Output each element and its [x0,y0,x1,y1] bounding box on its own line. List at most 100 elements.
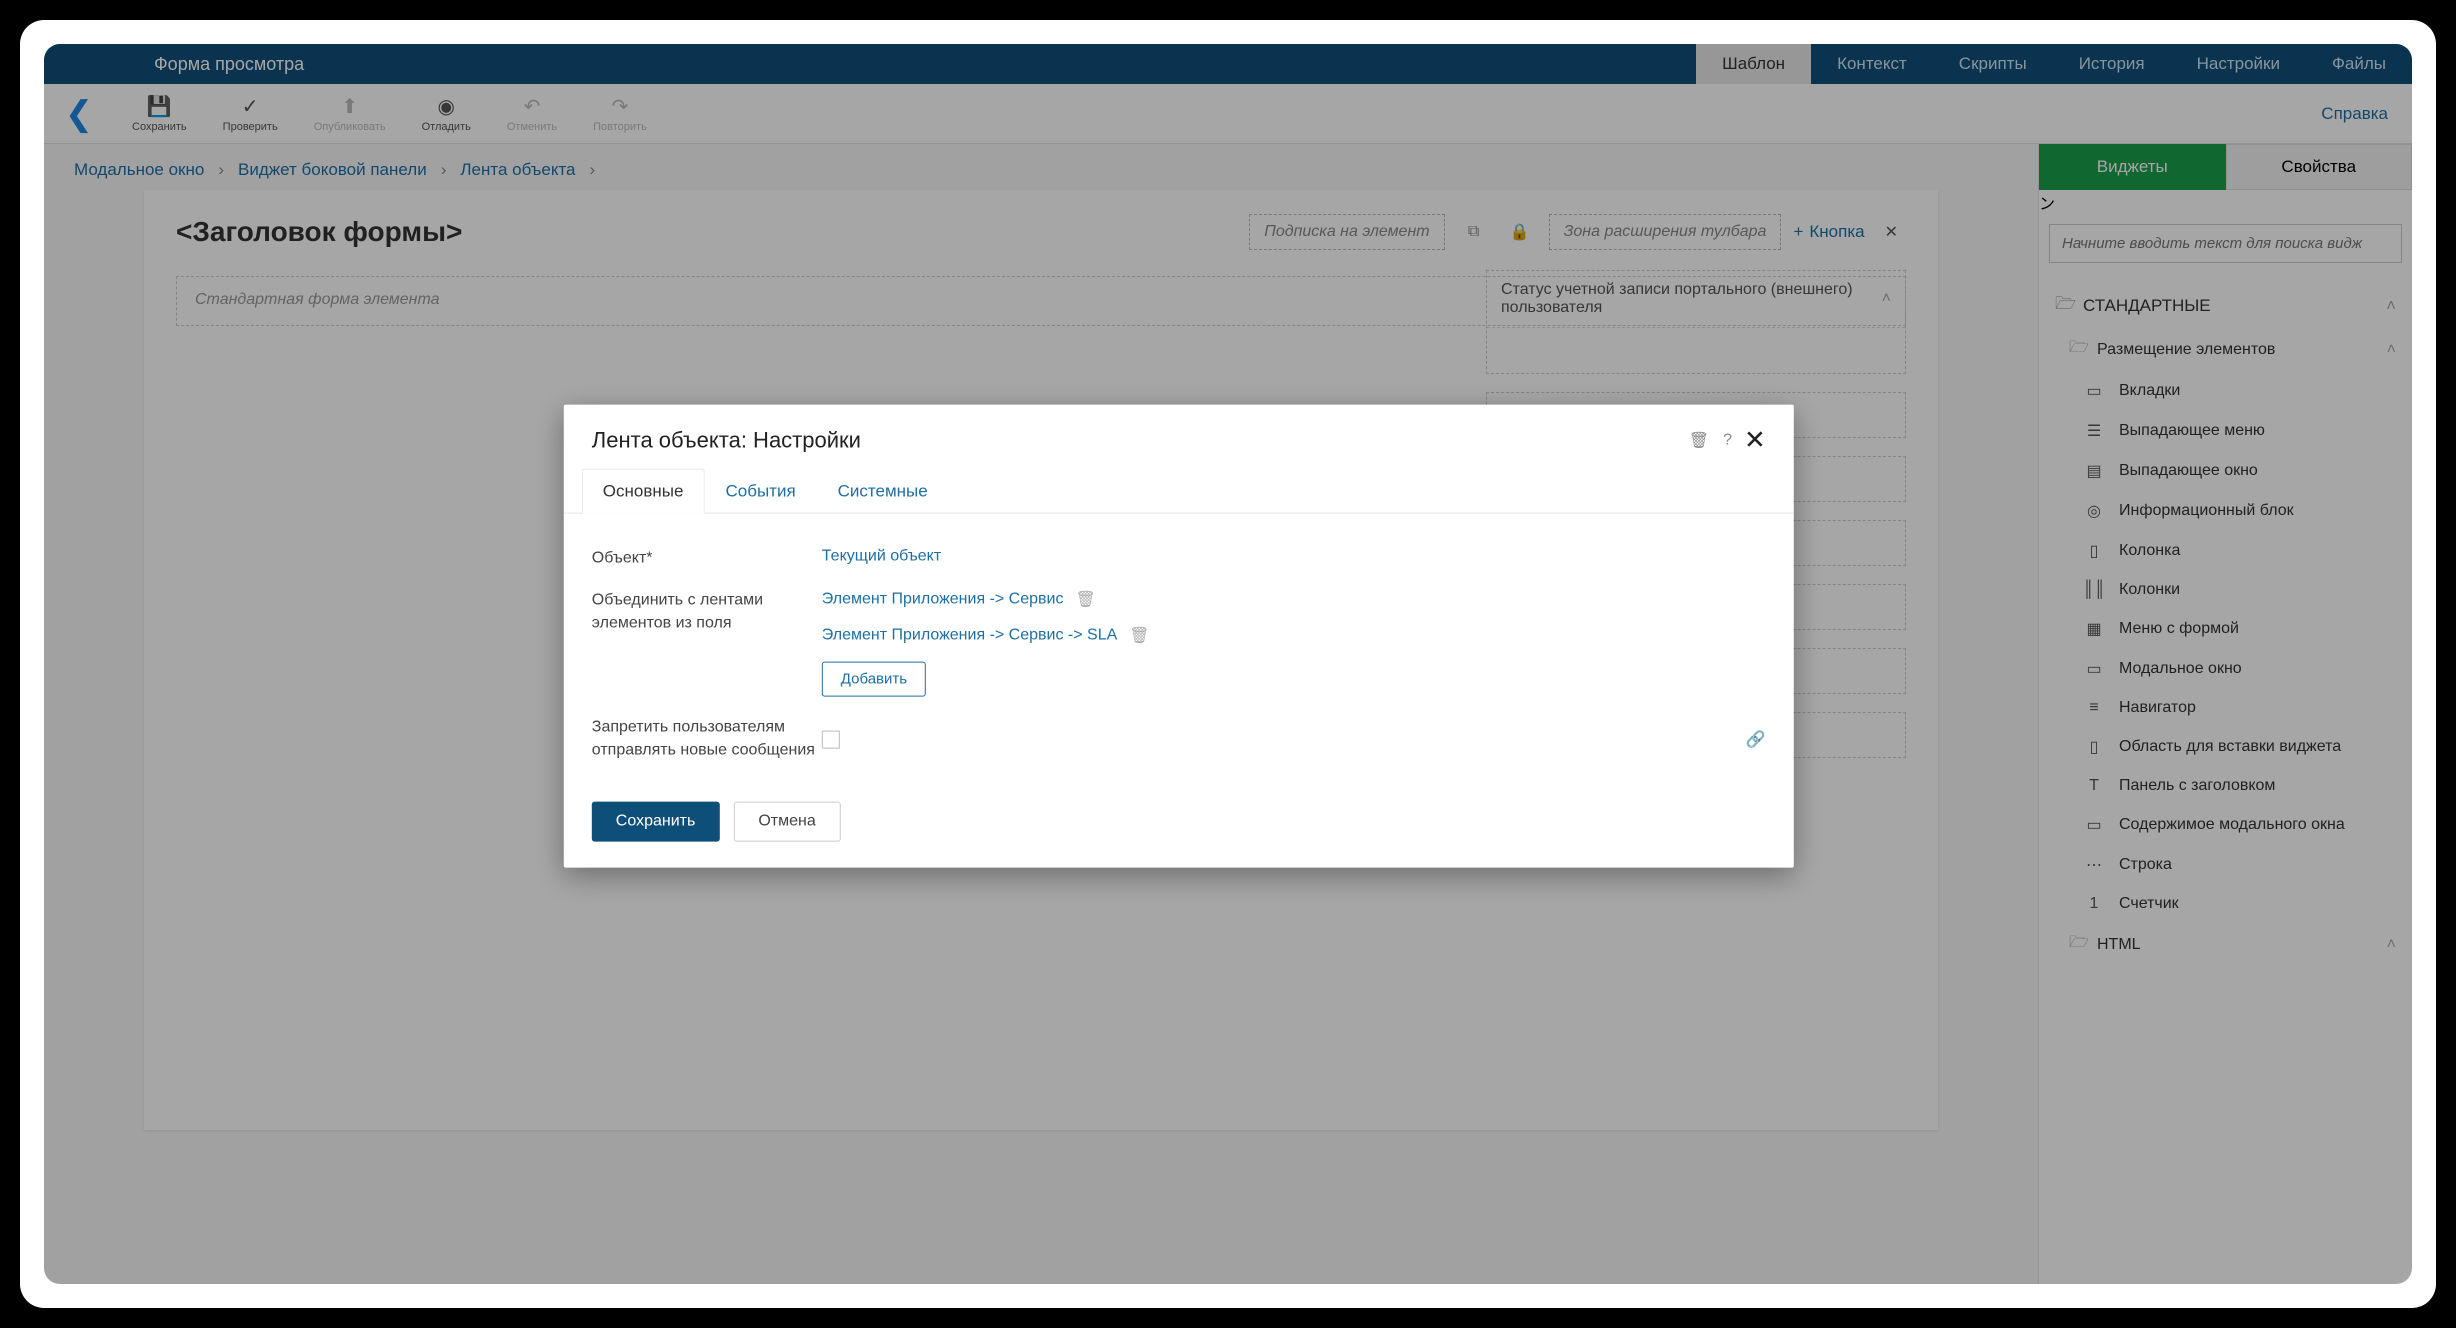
tab-settings[interactable]: Настройки [2171,44,2306,84]
folder-open-icon: 🗁 [2069,336,2087,363]
modal-title: Лента объекта: Настройки [592,427,861,453]
widget-tabs[interactable]: ▭Вкладки [2055,371,2396,411]
folder-open-icon: 🗁 [2069,931,2087,958]
plus-icon: + [1793,222,1803,242]
debug-button[interactable]: ◉ Отладить [404,95,489,133]
breadcrumb-modal[interactable]: Модальное окно [74,160,204,180]
widget-column[interactable]: ▯Колонка [2055,531,2396,571]
trash-icon[interactable]: 🗑 [1129,626,1149,646]
tab-history[interactable]: История [2053,44,2171,84]
widget-titled-panel[interactable]: TПанель с заголовком [2055,767,2396,805]
chevron-up-icon: ˄ [2386,296,2396,316]
widget-insert-area[interactable]: ▯Область для вставки виджета [2055,727,2396,767]
subscribe-zone[interactable]: Подписка на элемент [1249,214,1444,250]
target-icon: ◉ [438,95,455,119]
group-html[interactable]: 🗁 HTML ˄ [2055,923,2396,966]
modal-tab-main[interactable]: Основные [582,469,705,514]
tab-context[interactable]: Контекст [1811,44,1933,84]
widget-row[interactable]: ⋯Строка [2055,845,2396,885]
widget-search-input[interactable] [2049,224,2402,263]
modal-cancel-button[interactable]: Отмена [733,802,840,842]
modal-tab-system[interactable]: Системные [817,469,949,514]
close-icon[interactable]: ✕ [1744,425,1766,456]
tab-template[interactable]: Шаблон [1696,44,1811,84]
formmenu-icon: ▦ [2083,619,2105,639]
check-button[interactable]: ✓ Проверить [205,95,296,133]
widget-modal[interactable]: ▭Модальное окно [2055,649,2396,689]
widget-dropdown-window[interactable]: ▤Выпадающее окно [2055,451,2396,491]
dropdown-icon: ▤ [2083,461,2105,481]
column-icon: ▯ [2083,541,2105,561]
chevron-up-icon: ˄ [2387,936,2396,954]
help-link[interactable]: Справка [2321,104,2412,124]
window-title: Форма просмотра [44,54,304,75]
close-icon[interactable]: ✕ [1877,222,1906,242]
breadcrumb: Модальное окно › Виджет боковой панели ›… [44,144,2038,190]
add-button-button[interactable]: + Кнопка [1793,222,1864,242]
breadcrumb-feed[interactable]: Лента объекта [460,160,575,180]
titlebar: Форма просмотра Шаблон Контекст Скрипты … [44,44,2412,84]
widget-columns[interactable]: ║║Колонки [2055,571,2396,609]
group-layout[interactable]: 🗁 Размещение элементов ˄ [2055,328,2396,371]
widget-dropdown-menu[interactable]: ☰Выпадающее меню [2055,411,2396,451]
label-merge: Объединить с лентами элементов из поля [592,590,822,635]
slot-icon: ▯ [2083,737,2105,757]
modal-save-button[interactable]: Сохранить [592,802,720,842]
navigator-icon: ≡ [2083,699,2105,717]
chevron-right-icon: › [441,160,447,180]
trash-icon[interactable]: 🗑 [1075,590,1095,610]
merge-item[interactable]: Элемент Приложения -> Сервис [822,591,1064,609]
undo-icon: ↶ [524,95,541,119]
menu-icon: ☰ [2083,421,2105,441]
save-icon: 💾 [147,95,172,119]
widget-navigator[interactable]: ≡Навигатор [2055,689,2396,727]
app-window: Форма просмотра Шаблон Контекст Скрипты … [44,44,2412,1284]
row-icon: ⋯ [2083,855,2105,875]
widget-counter[interactable]: 1Счетчик [2055,885,2396,923]
widget-info-block[interactable]: ◎Информационный блок [2055,491,2396,531]
redo-button[interactable]: ↷ Повторить [575,95,665,133]
panel-icon: T [2083,777,2105,795]
add-merge-button[interactable]: Добавить [822,662,926,697]
save-button[interactable]: 💾 Сохранить [114,95,205,133]
modal-tab-events[interactable]: События [704,469,816,514]
trash-icon[interactable]: 🗑 [1689,430,1709,450]
deny-checkbox[interactable] [822,730,840,748]
columns-icon: ║║ [2083,581,2105,599]
settings-modal: Лента объекта: Настройки 🗑 ? ✕ Основные … [564,405,1794,868]
tabs-icon: ▭ [2083,381,2105,401]
toolbar: ❮ 💾 Сохранить ✓ Проверить ⬆ Опубликовать… [44,84,2412,144]
status-widget[interactable]: Статус учетной записи портального (внешн… [1486,270,1906,374]
widget-modal-content[interactable]: ▭Содержимое модального окна [2055,805,2396,845]
tab-scripts[interactable]: Скрипты [1933,44,2053,84]
undo-button[interactable]: ↶ Отменить [489,95,575,133]
info-icon: ◎ [2083,501,2105,521]
lock-icon[interactable]: 🔒 [1503,215,1537,249]
modal-tabs: Основные События Системные [564,468,1794,514]
group-standard[interactable]: 🗁 СТАНДАРТНЫЕ ˄ [2055,283,2396,328]
tab-files[interactable]: Файлы [2306,44,2412,84]
publish-button[interactable]: ⬆ Опубликовать [296,95,404,133]
label-deny: Запретить пользователям отправлять новые… [592,717,822,762]
label-object: Объект* [592,548,822,570]
back-button[interactable]: ❮ [44,94,114,134]
link-icon[interactable]: 🔗 [1746,729,1766,749]
modal-icon: ▭ [2083,659,2105,679]
object-value[interactable]: Текущий объект [822,548,941,566]
tab-widgets[interactable]: Виджеты [2039,144,2226,190]
chevron-right-icon: › [218,160,224,180]
breadcrumb-sidebar-widget[interactable]: Виджет боковой панели [238,160,427,180]
content-icon: ▭ [2083,815,2105,835]
right-panel: Виджеты Свойства ン 🗁 СТАНДАРТНЫЕ ˄ 🗁 Раз… [2038,144,2412,1284]
counter-icon: 1 [2083,895,2105,913]
chevron-up-icon[interactable]: ˄ [1882,290,1891,308]
help-icon[interactable]: ? [1723,431,1732,449]
copy-icon[interactable]: ⧉ [1457,215,1491,249]
upload-icon: ⬆ [341,95,358,119]
widget-form-menu[interactable]: ▦Меню с формой [2055,609,2396,649]
tab-properties[interactable]: Свойства [2226,144,2413,190]
merge-item[interactable]: Элемент Приложения -> Сервис -> SLA [822,627,1117,645]
folder-open-icon: 🗁 [2055,291,2073,320]
redo-icon: ↷ [612,95,629,119]
toolbar-extension-zone: Зона расширения тулбара [1564,223,1767,241]
